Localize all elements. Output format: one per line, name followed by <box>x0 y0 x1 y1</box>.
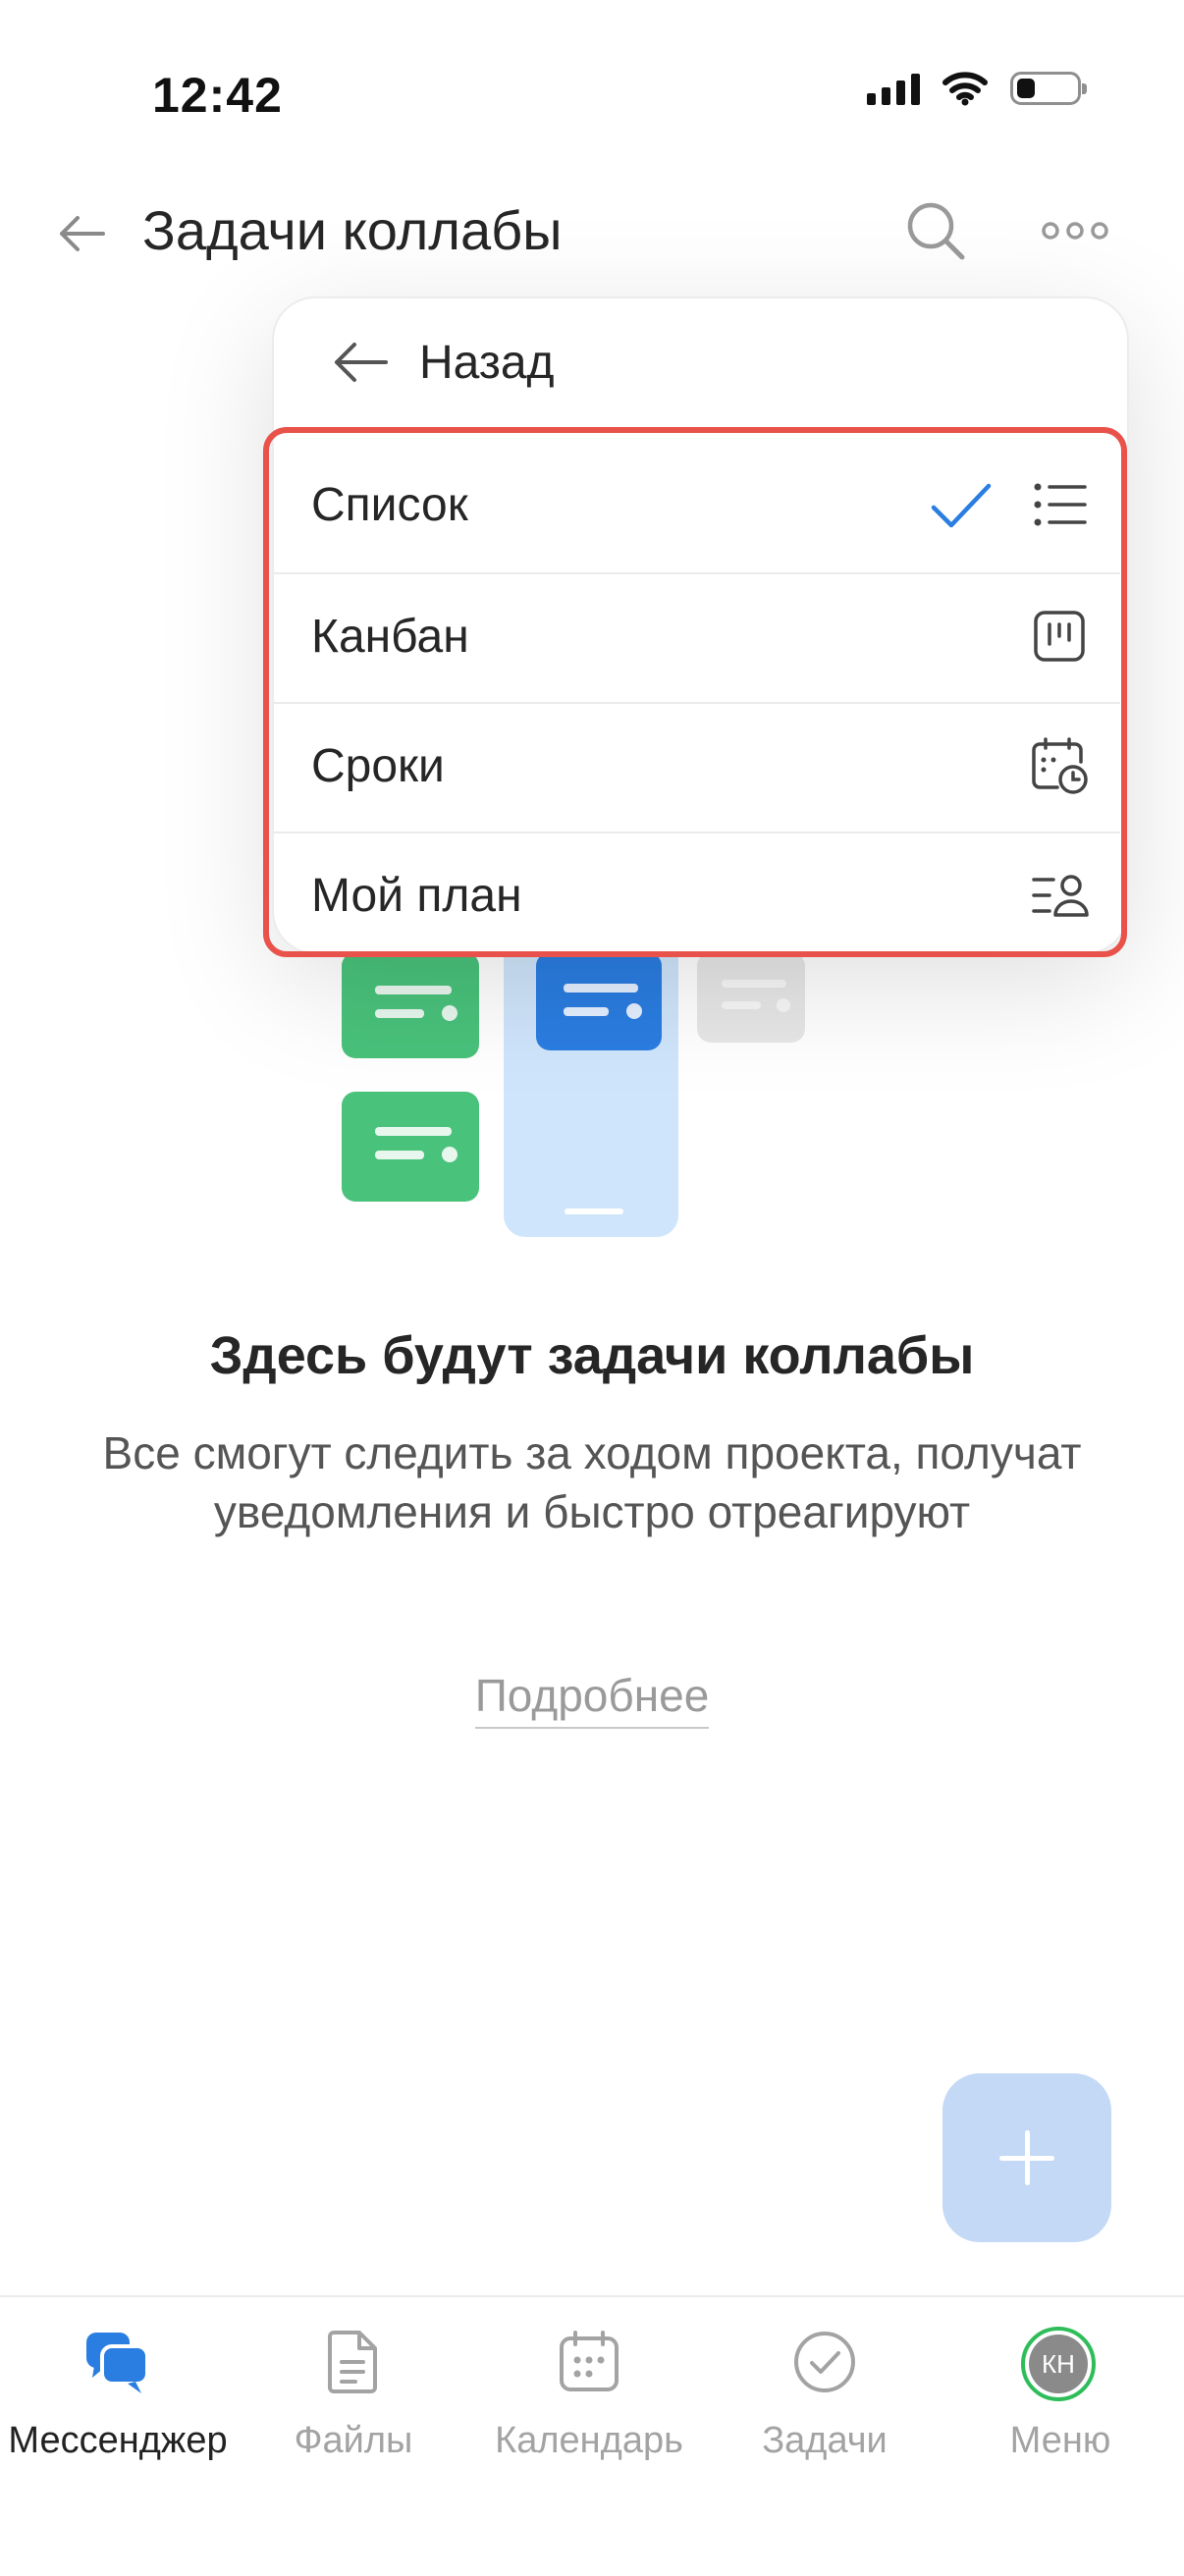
file-icon <box>328 2331 377 2393</box>
status-time: 12:42 <box>152 68 283 123</box>
bottom-nav: Мессенджер Файлы Календарь Задачи КН Мен… <box>0 2295 1184 2576</box>
more-info-link-wrapper: Подробнее <box>0 1669 1184 1729</box>
empty-state-illustration <box>342 923 805 1237</box>
battery-icon <box>1010 72 1087 105</box>
page-title: Задачи коллабы <box>142 199 563 261</box>
wifi-icon <box>942 72 988 106</box>
empty-state-title: Здесь будут задачи коллабы <box>209 1326 975 1385</box>
status-icons <box>867 71 1087 106</box>
nav-item-messenger[interactable]: Мессенджер <box>0 2297 236 2494</box>
search-icon[interactable] <box>903 198 968 263</box>
avatar-initials: КН <box>1029 2334 1088 2393</box>
more-info-link[interactable]: Подробнее <box>474 1670 710 1729</box>
avatar: КН <box>1021 2327 1096 2401</box>
calendar-icon <box>560 2331 619 2391</box>
status-bar: 12:42 <box>0 0 1184 147</box>
nav-label: Календарь <box>495 2420 683 2461</box>
menu-back-button[interactable]: Назад <box>274 298 1127 426</box>
kanban-icon <box>1034 611 1085 662</box>
menu-item-label: Список <box>311 479 468 531</box>
add-task-button[interactable] <box>942 2073 1111 2242</box>
nav-item-tasks[interactable]: Задачи <box>707 2297 942 2494</box>
person-list-icon <box>1032 875 1089 917</box>
more-icon[interactable] <box>1041 216 1109 245</box>
menu-back-label: Назад <box>419 337 555 389</box>
menu-item-label: Сроки <box>311 740 445 792</box>
nav-item-calendar[interactable]: Календарь <box>471 2297 707 2494</box>
nav-label: Меню <box>1009 2420 1111 2461</box>
menu-item-my-plan[interactable]: Мой план <box>272 832 1120 961</box>
nav-item-files[interactable]: Файлы <box>236 2297 471 2494</box>
menu-item-label: Мой план <box>311 870 522 922</box>
empty-state-description: Все смогут следить за ходом проекта, пол… <box>102 1427 1082 1537</box>
menu-item-deadlines[interactable]: Сроки <box>272 702 1120 832</box>
arrow-left-icon <box>335 343 388 382</box>
calendar-clock-icon <box>1032 737 1088 794</box>
nav-item-menu[interactable]: КН Меню <box>942 2297 1178 2494</box>
list-icon <box>1034 483 1087 526</box>
menu-item-label: Канбан <box>311 611 469 663</box>
menu-item-list[interactable]: Список <box>272 441 1120 570</box>
nav-label: Задачи <box>762 2420 888 2461</box>
check-circle-icon <box>794 2332 855 2392</box>
menu-item-kanban[interactable]: Канбан <box>272 572 1120 702</box>
checkmark-icon <box>931 483 992 528</box>
arrow-left-icon[interactable] <box>54 206 109 261</box>
nav-label: Файлы <box>294 2420 413 2461</box>
chat-icon <box>86 2333 149 2393</box>
header: Задачи коллабы <box>0 177 1184 285</box>
cellular-signal-icon <box>867 72 920 105</box>
